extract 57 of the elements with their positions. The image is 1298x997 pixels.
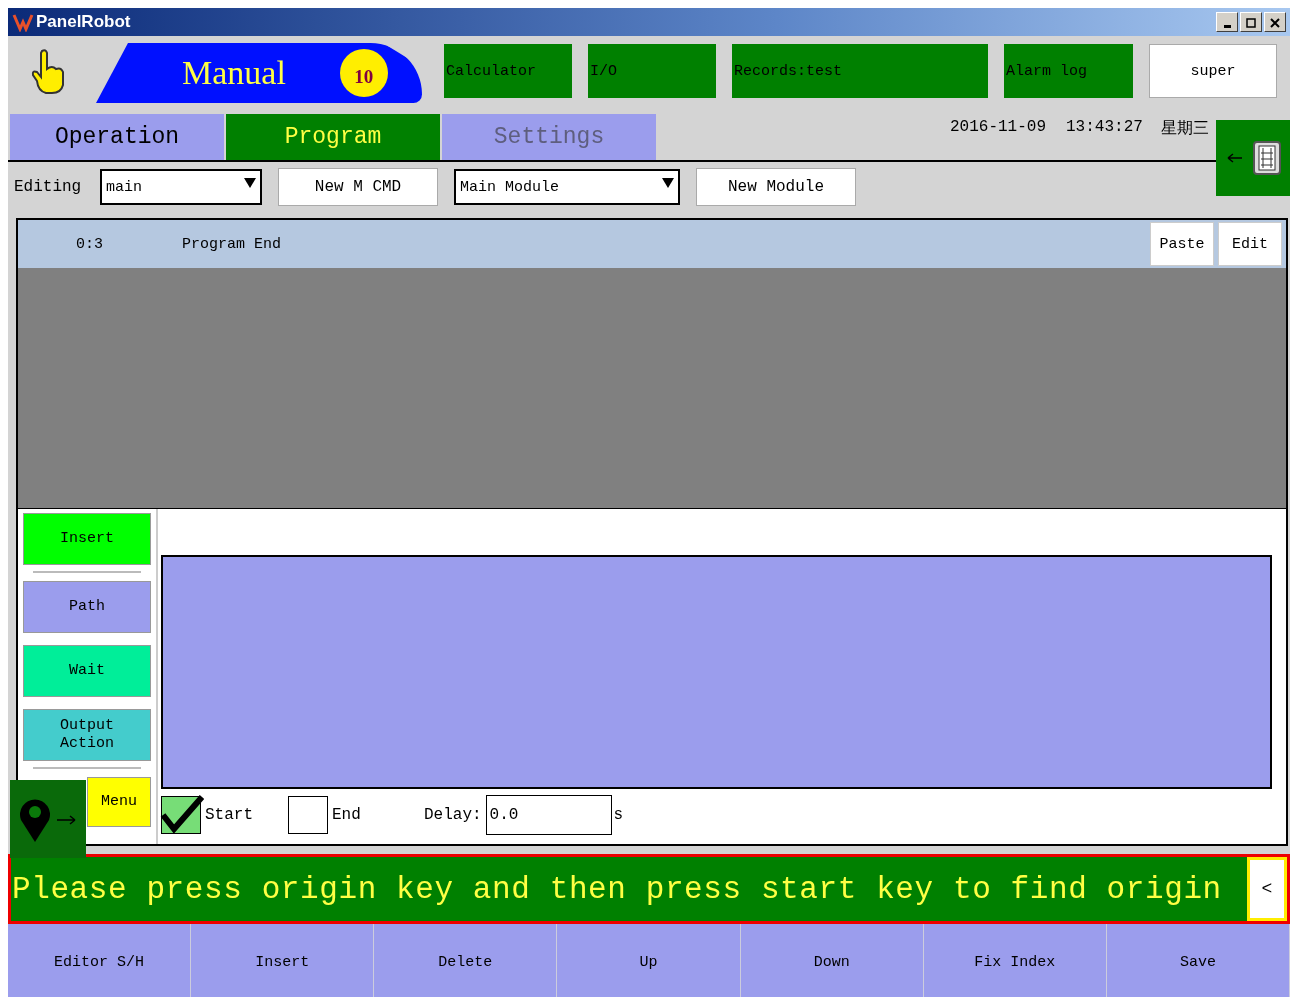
command-button[interactable]: Insert: [23, 513, 151, 565]
window-title: PanelRobot: [36, 12, 131, 32]
mode-label: Manual: [182, 54, 286, 92]
weekday-text: 星期三: [1160, 118, 1209, 139]
footer-button[interactable]: Down: [740, 924, 924, 997]
row-action-button[interactable]: Paste: [1150, 222, 1214, 266]
minimize-icon: [1223, 25, 1231, 28]
toolbar-button[interactable]: Calculator: [444, 44, 572, 98]
origin-button[interactable]: [10, 780, 86, 858]
toolbar-button[interactable]: Alarm log: [1004, 44, 1133, 98]
checkbox-label: End: [332, 806, 362, 824]
logo-icon: [12, 12, 34, 32]
footer-button[interactable]: Editor S/H: [8, 924, 192, 997]
footer-button[interactable]: Fix Index: [923, 924, 1107, 997]
checkbox[interactable]: [288, 796, 328, 834]
checkbox-label: Start: [205, 806, 254, 824]
command-button[interactable]: Wait: [23, 645, 151, 697]
delay-label: Delay:: [424, 806, 482, 824]
check-icon: [160, 793, 204, 833]
date-text: 2016-11-09: [950, 118, 1046, 136]
unit-label: s: [613, 806, 624, 824]
footer-button[interactable]: Up: [557, 924, 741, 997]
time-text: 13:43:27: [1066, 118, 1143, 136]
command-button[interactable]: Path: [23, 581, 151, 633]
new-module-button[interactable]: New Module: [696, 168, 856, 206]
maximize-button[interactable]: [1240, 12, 1262, 32]
checkbox[interactable]: [161, 796, 201, 834]
program-row[interactable]: 0:3 Program End Paste Edit: [18, 220, 1286, 268]
footer-button[interactable]: Save: [1106, 924, 1290, 997]
tab[interactable]: Operation: [10, 114, 224, 160]
command-button[interactable]: Menu: [87, 777, 151, 827]
dropdown-arrow-icon: [244, 177, 256, 189]
keypad-button[interactable]: [1216, 120, 1290, 196]
collapse-button[interactable]: <: [1247, 857, 1287, 921]
command-button[interactable]: Output Action: [23, 709, 151, 761]
close-icon: [1270, 18, 1280, 28]
command-text: Program End: [182, 235, 283, 253]
minimize-button[interactable]: [1216, 12, 1238, 32]
program-dropdown[interactable]: main: [100, 169, 262, 205]
speed-dial: 10: [339, 49, 388, 97]
user-button[interactable]: super: [1149, 44, 1277, 98]
status-message: Please press origin key and then press start key to find origin: [11, 871, 1223, 907]
editing-label: Editing: [14, 178, 83, 196]
maximize-icon: [1246, 18, 1256, 28]
line-index: 0:3: [76, 235, 104, 253]
toolbar-button[interactable]: Records:test: [732, 44, 988, 98]
toolbar-button[interactable]: I/O: [588, 44, 716, 98]
delay-field[interactable]: 0.0: [485, 795, 612, 835]
new-command-button[interactable]: New M CMD: [278, 168, 438, 206]
module-dropdown[interactable]: Main Module: [454, 169, 680, 205]
footer-button[interactable]: Insert: [191, 924, 375, 997]
row-action-button[interactable]: Edit: [1218, 222, 1282, 266]
dropdown-arrow-icon: [662, 177, 674, 189]
close-button[interactable]: [1264, 12, 1286, 32]
tab[interactable]: Program: [226, 114, 440, 160]
footer-button[interactable]: Delete: [374, 924, 558, 997]
keypad-icon: [1226, 138, 1282, 178]
